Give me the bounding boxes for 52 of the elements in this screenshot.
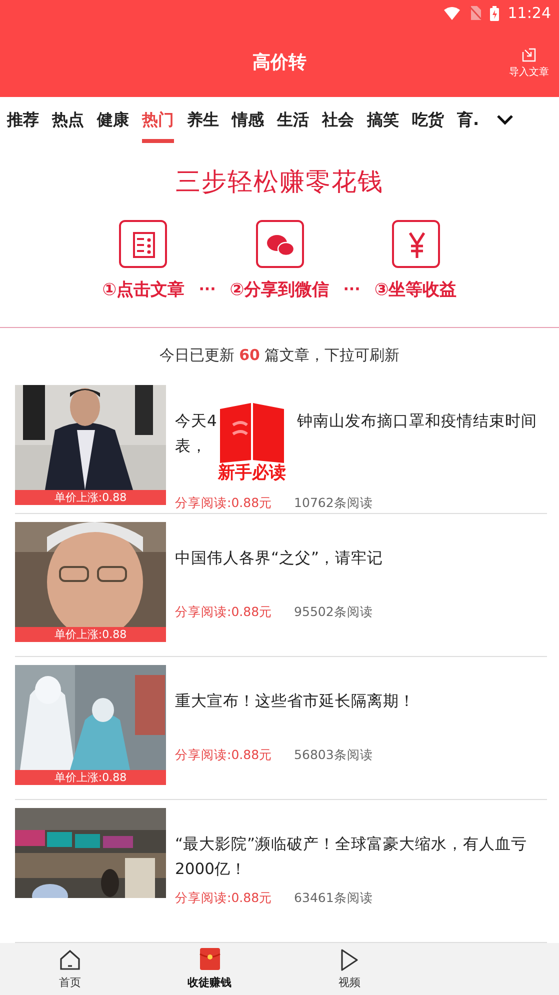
nav-tab[interactable]: 收徒赚钱 — [140, 943, 280, 995]
category-tab[interactable]: 推荐 — [7, 97, 39, 143]
battery-icon — [490, 6, 499, 20]
newbie-guide-label[interactable]: 新手必读 — [218, 463, 286, 483]
status-time: 11:24 — [508, 4, 551, 22]
wifi-icon — [444, 6, 460, 20]
no-sim-icon — [468, 6, 481, 20]
import-icon — [522, 48, 536, 62]
chevron-down-icon — [496, 114, 514, 126]
category-tab[interactable]: 情感 — [232, 97, 264, 143]
step-label: ①点击文章 — [102, 279, 185, 301]
nav-tab[interactable]: 视频 — [280, 943, 420, 995]
article-title[interactable]: “最大影院”濒临破产！全球富豪大缩水，有人血亏2000亿！ — [175, 832, 547, 882]
home-icon — [58, 948, 82, 972]
article-title[interactable]: 今天4 — [175, 409, 217, 434]
article-icon — [119, 220, 168, 268]
category-tab[interactable]: 热点 — [52, 97, 84, 143]
step-label: ②分享到微信 — [230, 279, 330, 301]
book-icon — [219, 403, 285, 463]
category-tab[interactable]: 养生 — [187, 97, 219, 143]
category-tab[interactable]: 育. — [457, 97, 480, 143]
banner-title: 三步轻松赚零花钱 — [176, 166, 384, 198]
chat-bubbles-icon — [256, 220, 304, 268]
read-count: 10762条阅读 — [294, 495, 373, 512]
update-notice: 今日已更新 60 篇文章，下拉可刷新 — [158, 345, 401, 366]
reward-text: 分享阅读:0.88元 — [175, 495, 272, 512]
reward-text: 分享阅读:0.88元 — [175, 604, 272, 622]
category-tab[interactable]: 社会 — [322, 97, 354, 143]
category-tab[interactable]: 健康 — [97, 97, 129, 143]
step-separator: ··· — [343, 280, 360, 300]
read-count: 95502条阅读 — [294, 604, 373, 622]
article-title[interactable]: 中国伟人各界“之父”，请牢记 — [175, 546, 547, 572]
category-tab[interactable]: 生活 — [277, 97, 309, 143]
category-tab[interactable]: 热门 — [142, 97, 174, 143]
price-tag: 单价上涨:0.88 — [15, 627, 166, 642]
price-tag: 单价上涨:0.88 — [15, 770, 166, 786]
reward-text: 分享阅读:0.88元 — [175, 890, 272, 908]
read-count: 56803条阅读 — [294, 747, 373, 764]
envelope-icon — [198, 948, 222, 972]
article-title[interactable]: 钟南山发布摘口罩和疫情结束时间 — [296, 409, 537, 434]
yuan-icon — [392, 220, 440, 268]
read-count: 63461条阅读 — [294, 890, 373, 908]
app-title: 高价转 — [252, 50, 306, 74]
reward-text: 分享阅读:0.88元 — [175, 747, 272, 764]
category-tab[interactable]: 搞笑 — [367, 97, 399, 143]
article-title[interactable]: 表， — [175, 434, 207, 459]
nav-tab[interactable]: 首页 — [0, 943, 140, 995]
step-separator: ··· — [198, 280, 216, 300]
category-tab[interactable]: 吃货 — [412, 97, 444, 143]
step-label: ③坐等收益 — [374, 279, 457, 301]
article-title[interactable]: 重大宣布！这些省市延长隔离期！ — [175, 689, 547, 714]
price-tag: 单价上涨:0.88 — [15, 490, 166, 505]
